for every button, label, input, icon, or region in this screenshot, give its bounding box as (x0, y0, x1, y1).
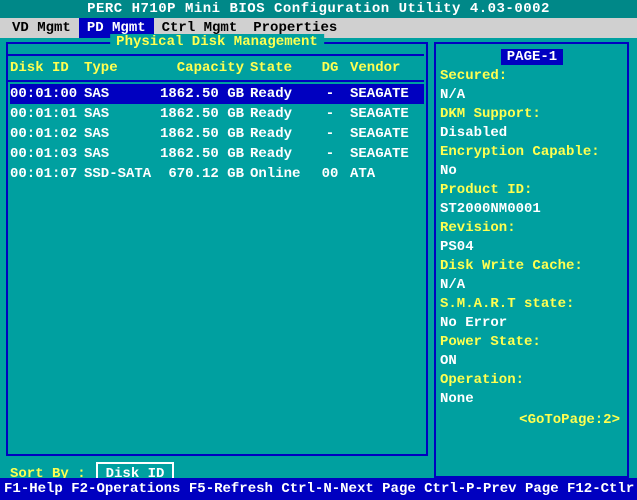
col-disk-id: Disk ID (10, 60, 84, 76)
prop-power-state: Power State: ON (440, 333, 624, 371)
cell-vendor: SEAGATE (350, 86, 416, 102)
cell-state: Ready (250, 106, 310, 122)
app-title: PERC H710P Mini BIOS Configuration Utili… (0, 0, 637, 18)
prop-key: Operation: (440, 371, 624, 390)
ha-ctlr: -Ctlr (592, 481, 634, 497)
cell-state: Ready (250, 146, 310, 162)
prop-product-id: Product ID: ST2000NM0001 (440, 181, 624, 219)
cell-dg: 00 (310, 166, 350, 182)
goto-page-link[interactable]: <GoToPage:2> (440, 411, 624, 430)
page-indicator: PAGE-1 (440, 48, 624, 67)
main-area: Physical Disk Management Disk ID Type Ca… (0, 38, 637, 478)
col-type: Type (84, 60, 158, 76)
prop-key: Product ID: (440, 181, 624, 200)
table-row[interactable]: 00:01:00 SAS 1862.50 GB Ready - SEAGATE (10, 84, 424, 104)
ha-operations: -Operations (88, 481, 189, 497)
table-row[interactable]: 00:01:02 SAS 1862.50 GB Ready - SEAGATE (10, 124, 424, 144)
ha-prev-page: -Prev Page (475, 481, 567, 497)
col-capacity: Capacity (158, 60, 250, 76)
prop-smart-state: S.M.A.R.T state: No Error (440, 295, 624, 333)
cell-vendor: SEAGATE (350, 106, 416, 122)
cell-disk-id: 00:01:00 (10, 86, 84, 102)
panel-left-title: Physical Disk Management (110, 34, 324, 50)
prop-key: Power State: (440, 333, 624, 352)
table-row[interactable]: 00:01:03 SAS 1862.50 GB Ready - SEAGATE (10, 144, 424, 164)
cell-type: SAS (84, 86, 158, 102)
table-header-divider (6, 80, 424, 82)
hk-f2: F2 (71, 481, 88, 497)
cell-state: Online (250, 166, 310, 182)
cell-capacity: 1862.50 GB (158, 126, 250, 142)
cell-state: Ready (250, 126, 310, 142)
cell-dg: - (310, 146, 350, 162)
prop-val: No Error (440, 314, 624, 333)
cell-capacity: 670.12 GB (158, 166, 250, 182)
cell-disk-id: 00:01:01 (10, 106, 84, 122)
cell-vendor: SEAGATE (350, 126, 416, 142)
cell-type: SSD-SATA (84, 166, 158, 182)
table-header-row: Disk ID Type Capacity State DG Vendor (10, 58, 424, 78)
cell-disk-id: 00:01:02 (10, 126, 84, 142)
detail-pane: PAGE-1 Secured: N/A DKM Support: Disable… (440, 48, 624, 430)
prop-key: Disk Write Cache: (440, 257, 624, 276)
prop-key: Revision: (440, 219, 624, 238)
help-bar: F1-Help F2-Operations F5-Refresh Ctrl-N-… (0, 478, 637, 500)
hk-ctrl-n: Ctrl-N (281, 481, 331, 497)
prop-val: N/A (440, 276, 624, 295)
cell-disk-id: 00:01:03 (10, 146, 84, 162)
ha-help: -Help (21, 481, 71, 497)
prop-val: PS04 (440, 238, 624, 257)
menu-vd-mgmt[interactable]: VD Mgmt (4, 18, 79, 38)
prop-disk-write-cache: Disk Write Cache: N/A (440, 257, 624, 295)
prop-key: DKM Support: (440, 105, 624, 124)
cell-dg: - (310, 126, 350, 142)
cell-type: SAS (84, 126, 158, 142)
prop-revision: Revision: PS04 (440, 219, 624, 257)
prop-val: None (440, 390, 624, 409)
page-indicator-label: PAGE-1 (501, 49, 563, 65)
prop-val: No (440, 162, 624, 181)
ha-next-page: -Next Page (332, 481, 424, 497)
table-top-divider (6, 54, 424, 56)
table-row[interactable]: 00:01:01 SAS 1862.50 GB Ready - SEAGATE (10, 104, 424, 124)
prop-operation: Operation: None (440, 371, 624, 409)
cell-state: Ready (250, 86, 310, 102)
prop-val: Disabled (440, 124, 624, 143)
cell-capacity: 1862.50 GB (158, 106, 250, 122)
prop-val: N/A (440, 86, 624, 105)
prop-encryption-capable: Encryption Capable: No (440, 143, 624, 181)
cell-type: SAS (84, 106, 158, 122)
ha-refresh: -Refresh (206, 481, 282, 497)
cell-type: SAS (84, 146, 158, 162)
prop-val: ST2000NM0001 (440, 200, 624, 219)
cell-disk-id: 00:01:07 (10, 166, 84, 182)
hk-f1: F1 (4, 481, 21, 497)
hk-ctrl-p: Ctrl-P (424, 481, 474, 497)
col-dg: DG (310, 60, 350, 76)
prop-key: S.M.A.R.T state: (440, 295, 624, 314)
col-state: State (250, 60, 310, 76)
table-row[interactable]: 00:01:07 SSD-SATA 670.12 GB Online 00 AT… (10, 164, 424, 184)
prop-dkm-support: DKM Support: Disabled (440, 105, 624, 143)
prop-key: Secured: (440, 67, 624, 86)
cell-dg: - (310, 106, 350, 122)
cell-capacity: 1862.50 GB (158, 86, 250, 102)
prop-secured: Secured: N/A (440, 67, 624, 105)
hk-f12: F12 (567, 481, 592, 497)
col-vendor: Vendor (350, 60, 416, 76)
cell-capacity: 1862.50 GB (158, 146, 250, 162)
prop-val: ON (440, 352, 624, 371)
disk-table: Disk ID Type Capacity State DG Vendor 00… (10, 52, 424, 184)
cell-vendor: SEAGATE (350, 146, 416, 162)
cell-dg: - (310, 86, 350, 102)
cell-vendor: ATA (350, 166, 416, 182)
prop-key: Encryption Capable: (440, 143, 624, 162)
hk-f5: F5 (189, 481, 206, 497)
bios-screen: PERC H710P Mini BIOS Configuration Utili… (0, 0, 637, 500)
